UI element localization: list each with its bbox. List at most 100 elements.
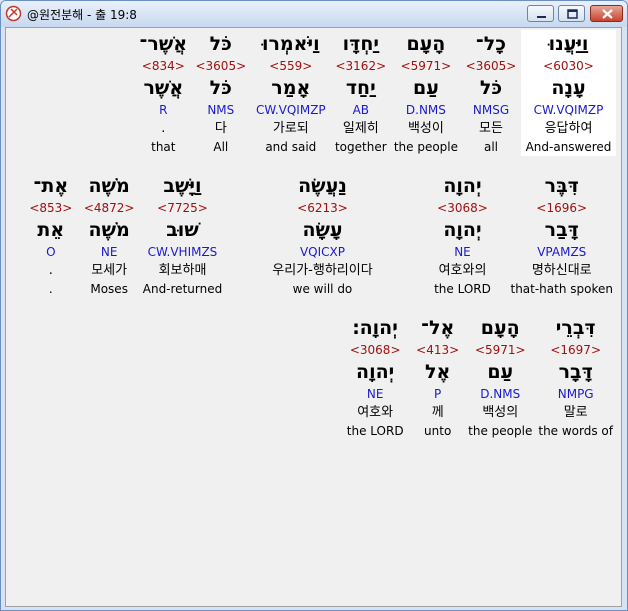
korean-gloss: 모든	[479, 121, 503, 136]
strong-number: <5971>	[400, 59, 452, 73]
title-bar[interactable]: @원전분해 - 출 19:8	[1, 1, 627, 27]
lexical-form: יַחַד	[345, 77, 376, 99]
maximize-button[interactable]	[558, 5, 585, 22]
korean-gloss: .	[48, 263, 53, 278]
korean-gloss: 말로	[563, 405, 588, 420]
english-gloss: All	[213, 140, 229, 154]
word-column[interactable]: נַעֲשֶׂה <6213> עָשָׂה VQICXP 우리가-행하리이다 we wi…	[227, 172, 417, 298]
strong-number: <5971>	[474, 343, 526, 357]
morphology-code: NMS	[207, 103, 235, 117]
english-gloss: unto	[424, 424, 452, 438]
lexical-form: אָמַר	[271, 77, 311, 99]
word-column[interactable]: יְהוָה <3068> יְהוָה NE 여호와의 the LORD	[417, 172, 507, 298]
word-column[interactable]: יַחְדָּו <3162> יַחַד AB 일제히 together	[331, 30, 391, 156]
word-column[interactable]: וַיֹּאמְרוּ <559> אָמַר CW.VQIMZP 가로되 and sai…	[251, 30, 331, 156]
word-column[interactable]: דִּבֶּר <1696> דָּבַר VPAMZS 명하신대로 that-hath …	[507, 172, 616, 298]
lexical-form: עַם	[412, 77, 439, 99]
strong-number: <1697>	[550, 343, 601, 357]
english-gloss: together	[334, 140, 387, 154]
strong-number: <834>	[141, 59, 185, 73]
english-gloss: the LORD	[434, 282, 491, 296]
korean-gloss: 명하신대로	[531, 263, 592, 278]
word-column[interactable]: הָעָם <5971> עַם D.NMS 백성이 the people	[391, 30, 461, 156]
hebrew-word: נַעֲשֶׂה	[298, 175, 347, 197]
korean-gloss: .	[161, 121, 166, 136]
morphology-code: VQICXP	[299, 245, 345, 259]
lexical-form: מֹשֶׁה	[88, 219, 130, 241]
english-gloss: and said	[265, 140, 317, 154]
english-gloss: And-answered	[525, 140, 612, 154]
close-button[interactable]	[590, 5, 623, 22]
word-column[interactable]: דִּבְרֵי <1697> דָּבָר NMPG 말로 the words of	[535, 314, 616, 440]
word-column[interactable]: מֹשֶׁה <4872> מֹשֶׁה NE 모세가 Moses	[81, 172, 138, 298]
english-gloss: the LORD	[346, 424, 404, 438]
strong-number: <3162>	[335, 59, 387, 73]
word-column[interactable]: יְהוָה׃ <3068> יְהוָה NE 여호와 the LORD	[340, 314, 410, 440]
strong-number: <3068>	[349, 343, 401, 357]
morphology-code: NMPG	[557, 387, 594, 401]
hebrew-word: יְהוָה׃	[352, 317, 398, 339]
english-gloss: that	[151, 140, 176, 154]
korean-gloss: 여호와	[357, 405, 394, 420]
morphology-code: VPAMZS	[537, 245, 587, 259]
lexical-form: יְהוָה	[443, 219, 482, 241]
hebrew-word: אֶל־	[421, 317, 455, 339]
korean-gloss: 응답하여	[544, 121, 593, 136]
morphology-code: CW.VHIMZS	[147, 245, 218, 259]
morphology-code: NE	[454, 245, 471, 259]
lexical-form: עַם	[487, 361, 514, 383]
hebrew-word: דִּבְרֵי	[555, 317, 596, 339]
hebrew-word: כָל־	[475, 33, 507, 55]
morphology-code: CW.VQIMZP	[255, 103, 326, 117]
strong-number: <3605>	[195, 59, 247, 73]
korean-gloss: 가로되	[272, 121, 309, 136]
morphology-code: NE	[366, 387, 384, 401]
hebrew-word: דִּבֶּר	[544, 175, 579, 197]
verse-analysis-panel[interactable]: וַיַּעֲנוּ <6030> עָנָה CW.VQIMZP 응답하여 And-an…	[5, 27, 622, 607]
word-row-2: דִּבֶּר <1696> דָּבַר VPAMZS 명하신대로 that-hath …	[21, 172, 616, 298]
korean-gloss: 다	[214, 121, 227, 136]
english-gloss: Moses	[90, 282, 128, 296]
strong-number: <7725>	[157, 201, 208, 215]
word-column[interactable]: הָעָם <5971> עַם D.NMS 백성의 the people	[465, 314, 535, 440]
word-column[interactable]: וַיַּעֲנוּ <6030> עָנָה CW.VQIMZP 응답하여 And-an…	[521, 30, 616, 156]
lexical-form: עָשָׂה	[302, 219, 343, 241]
minimize-icon	[537, 16, 546, 18]
korean-gloss: 백성이	[407, 121, 444, 136]
strong-number: <4872>	[83, 201, 135, 215]
morphology-code: CW.VQIMZP	[533, 103, 604, 117]
minimize-button[interactable]	[527, 5, 554, 22]
word-column[interactable]: וַיָּשֶׁב <7725> שׁוּב CW.VHIMZS 회보하매 And-ret…	[137, 172, 227, 298]
hebrew-word: וַיַּעֲנוּ	[548, 33, 589, 55]
english-gloss: all	[483, 140, 499, 154]
morphology-code: D.NMS	[405, 103, 446, 117]
morphology-code: R	[159, 103, 168, 117]
strong-number: <559>	[269, 59, 313, 73]
hebrew-word: אֶת־	[33, 175, 69, 197]
word-column[interactable]: אֲשֶׁר־ <834> אֲשֶׁר R. that	[136, 30, 191, 156]
hebrew-word: יְהוָה	[443, 175, 482, 197]
maximize-icon	[567, 9, 578, 19]
word-column[interactable]: אֶל־ <413> אֶל P 께 unto	[410, 314, 465, 440]
strong-number: <1696>	[536, 201, 588, 215]
strong-number: <3068>	[437, 201, 488, 215]
strong-number: <853>	[29, 201, 73, 215]
word-column[interactable]: כֹּל <3605> כֹּל NMS 다 All	[191, 30, 251, 156]
hebrew-word: הָעָם	[480, 317, 520, 339]
korean-gloss: 우리가-행하리이다	[272, 263, 373, 278]
morphology-code: O	[46, 245, 56, 259]
korean-gloss: 여호와의	[438, 263, 487, 278]
word-column[interactable]: אֶת־ <853> אֵת O..	[21, 172, 81, 298]
morphology-code: AB	[352, 103, 370, 117]
korean-gloss: 일제히	[342, 121, 379, 136]
word-row-1: וַיַּעֲנוּ <6030> עָנָה CW.VQIMZP 응답하여 And-an…	[136, 30, 616, 156]
korean-gloss: 회보하매	[158, 263, 207, 278]
english-gloss: And-returned	[142, 282, 223, 296]
morphology-code: NMSG	[472, 103, 510, 117]
hebrew-word: וַיֹּאמְרוּ	[261, 33, 320, 55]
word-column[interactable]: כָל־ <3605> כֹּל NMSG 모든 all	[461, 30, 521, 156]
lexical-form: אֵת	[37, 219, 65, 241]
korean-gloss: 께	[431, 405, 444, 420]
korean-gloss: 모세가	[91, 263, 128, 278]
english-gloss: that-hath spoken	[510, 282, 613, 296]
